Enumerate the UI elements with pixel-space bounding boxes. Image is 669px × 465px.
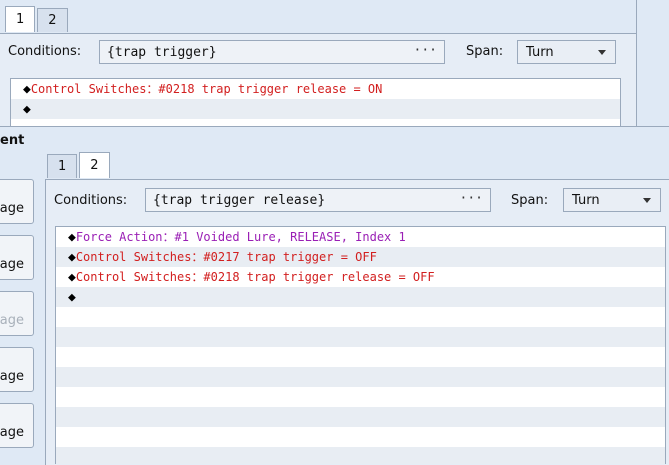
bullet-diamond-icon: ◆ [68,290,76,305]
front-conditions-field[interactable]: {trap trigger release} ··· [145,188,491,212]
front-tab-1[interactable]: 1 [47,154,78,178]
list-item[interactable]: ◆Control Switches：#0218 trap trigger rel… [56,267,665,287]
front-span-label: Span: [511,193,549,208]
side-button-label: age [0,425,24,440]
side-button-label: age [0,201,24,216]
command-text: Control Switches：#0217 trap trigger = OF… [75,250,377,264]
bullet-diamond-icon: ◆ [68,250,76,265]
list-item[interactable]: ◆Control Switches：#0218 trap trigger rel… [11,79,620,99]
command-text: Force Action：#1 Voided Lure, RELEASE, In… [75,230,406,244]
side-page-button-disabled: age [0,291,34,336]
list-item[interactable] [56,407,665,427]
list-item[interactable] [56,307,665,327]
front-conditions-value: {trap trigger release} [153,192,326,208]
front-span-value: Turn [572,192,600,208]
back-tab-2[interactable]: 2 [37,8,68,32]
list-item[interactable] [56,387,665,407]
section-header: ent [0,133,25,148]
back-ellipsis-icon[interactable]: ··· [414,43,437,58]
side-button-label: age [0,369,24,384]
back-tab-bar: 1 2 [5,6,70,32]
back-tab-1[interactable]: 1 [5,6,36,32]
front-conditions-label: Conditions: [54,193,128,208]
back-event-page-panel: 1 2 Conditions: {trap trigger} ··· Span:… [0,0,637,127]
list-item[interactable] [56,427,665,447]
command-text: Control Switches：#0218 trap trigger rele… [75,270,435,284]
side-button-label: age [0,313,24,328]
front-command-list[interactable]: ◆Force Action：#1 Voided Lure, RELEASE, I… [55,226,666,464]
back-conditions-value: {trap trigger} [107,44,217,60]
front-span-select[interactable]: Turn [563,188,661,212]
side-page-button[interactable]: age [0,403,34,448]
bullet-diamond-icon: ◆ [23,82,31,97]
list-item[interactable]: ◆Force Action：#1 Voided Lure, RELEASE, I… [56,227,665,247]
bullet-diamond-icon: ◆ [68,270,76,285]
side-page-button[interactable]: age [0,347,34,392]
list-item[interactable] [56,447,665,464]
list-item[interactable]: ◆ [11,99,620,119]
back-conditions-field[interactable]: {trap trigger} ··· [99,40,445,64]
front-ellipsis-icon[interactable]: ··· [460,191,483,206]
back-conditions-label: Conditions: [8,44,82,59]
back-span-chevron-down-icon [598,50,606,55]
list-item[interactable]: ◆ [56,287,665,307]
list-item[interactable] [56,327,665,347]
bullet-diamond-icon: ◆ [68,230,76,245]
back-span-label: Span: [466,44,504,59]
list-item[interactable] [56,367,665,387]
side-page-button[interactable]: age [0,179,34,224]
front-span-chevron-down-icon [643,198,651,203]
front-tab-bar: 1 2 [47,152,112,178]
back-span-select[interactable]: Turn [517,40,616,64]
side-button-label: age [0,257,24,272]
back-span-value: Turn [526,44,554,60]
front-tab-2[interactable]: 2 [79,152,110,178]
side-page-button[interactable]: age [0,235,34,280]
bullet-diamond-icon: ◆ [23,102,31,117]
back-command-list[interactable]: ◆Control Switches：#0218 trap trigger rel… [10,78,621,126]
command-text: Control Switches：#0218 trap trigger rele… [30,82,383,96]
list-item[interactable] [56,347,665,367]
list-item[interactable]: ◆Control Switches：#0217 trap trigger = O… [56,247,665,267]
front-window: ent age age age age age 1 2 Conditions: … [0,126,669,465]
